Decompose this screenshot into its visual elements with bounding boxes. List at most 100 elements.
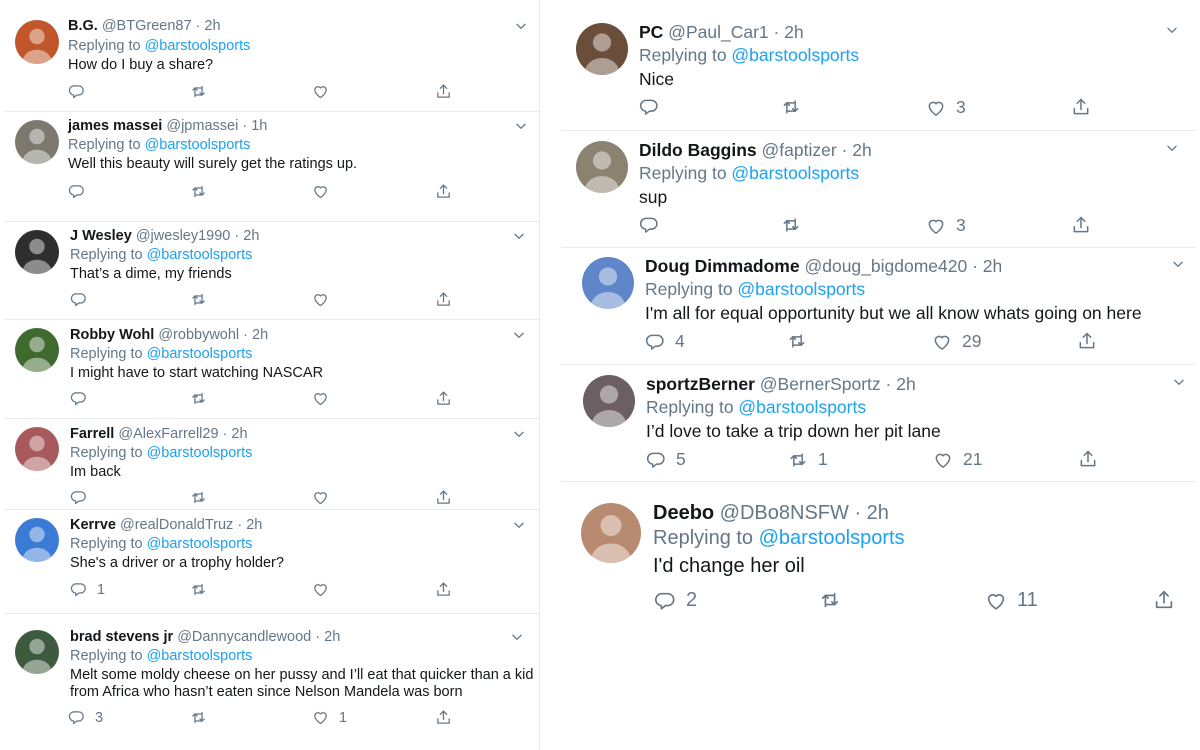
tweet-card[interactable]: Farrell @AlexFarrell29 · 2h Replying to @… xyxy=(5,419,539,510)
share-button[interactable] xyxy=(1071,97,1091,117)
display-name[interactable]: PC xyxy=(639,22,663,42)
share-button[interactable] xyxy=(1077,331,1097,351)
retweet-button[interactable] xyxy=(787,331,807,351)
tweet-card[interactable]: PC @Paul_Car1 · 2h Replying to @barstools… xyxy=(561,0,1196,131)
avatar[interactable] xyxy=(15,630,59,674)
user-handle[interactable]: @jwesley1990 xyxy=(132,228,231,244)
retweet-button[interactable] xyxy=(190,581,207,598)
like-button[interactable]: 3 xyxy=(926,215,966,236)
user-handle[interactable]: @robbywohl xyxy=(154,327,239,343)
avatar[interactable] xyxy=(15,230,59,274)
tweet-card[interactable]: Dildo Baggins @faptizer · 2h Replying to … xyxy=(561,131,1196,248)
avatar[interactable] xyxy=(582,257,634,309)
user-handle[interactable]: @AlexFarrell29 xyxy=(114,426,218,442)
like-button[interactable] xyxy=(312,581,329,598)
tweet-card[interactable]: brad stevens jr @Dannycandlewood · 2h Rep… xyxy=(5,614,539,750)
chevron-down-icon[interactable] xyxy=(512,328,526,342)
timestamp[interactable]: 2h xyxy=(896,374,915,394)
share-button[interactable] xyxy=(435,390,452,407)
timestamp[interactable]: 1h xyxy=(251,118,267,134)
like-button[interactable]: 11 xyxy=(985,589,1038,612)
mention-link[interactable]: @barstoolsports xyxy=(145,38,251,54)
timestamp[interactable]: 2h xyxy=(252,327,268,343)
display-name[interactable]: J Wesley xyxy=(70,228,132,244)
mention-link[interactable]: @barstoolsports xyxy=(147,648,253,664)
share-button[interactable] xyxy=(1078,449,1098,469)
user-handle[interactable]: @jpmassei xyxy=(162,118,238,134)
tweet-card[interactable]: Deebo @DBo8NSFW · 2h Replying to @barstoo… xyxy=(561,482,1196,642)
user-handle[interactable]: @doug_bigdome420 xyxy=(800,256,967,276)
timestamp[interactable]: 2h xyxy=(784,22,803,42)
like-button[interactable] xyxy=(312,291,329,308)
display-name[interactable]: Dildo Baggins xyxy=(639,140,757,160)
share-button[interactable] xyxy=(435,183,452,200)
retweet-button[interactable] xyxy=(781,97,801,117)
timestamp[interactable]: 2h xyxy=(983,256,1002,276)
mention-link[interactable]: @barstoolsports xyxy=(759,527,905,549)
like-button[interactable] xyxy=(312,390,329,407)
mention-link[interactable]: @barstoolsports xyxy=(147,445,253,461)
avatar[interactable] xyxy=(15,120,59,164)
reply-button[interactable]: 2 xyxy=(654,589,697,612)
tweet-card[interactable]: sportzBerner @BernerSportz · 2h Replying … xyxy=(561,365,1196,482)
timestamp[interactable]: 2h xyxy=(324,629,340,645)
retweet-button[interactable] xyxy=(190,83,207,100)
reply-button[interactable] xyxy=(639,215,659,235)
user-handle[interactable]: @Dannycandlewood xyxy=(173,629,311,645)
display-name[interactable]: B.G. xyxy=(68,18,98,34)
tweet-card[interactable]: J Wesley @jwesley1990 · 2h Replying to @b… xyxy=(5,222,539,320)
timestamp[interactable]: 2h xyxy=(852,140,871,160)
share-button[interactable] xyxy=(435,581,452,598)
tweet-card[interactable]: B.G. @BTGreen87 · 2h Replying to @barstoo… xyxy=(5,0,539,112)
reply-button[interactable] xyxy=(639,97,659,117)
chevron-down-icon[interactable] xyxy=(510,630,524,644)
share-button[interactable] xyxy=(1071,215,1091,235)
timestamp[interactable]: 2h xyxy=(867,502,889,524)
mention-link[interactable]: @barstoolsports xyxy=(737,279,865,299)
chevron-down-icon[interactable] xyxy=(1172,375,1186,389)
reply-button[interactable] xyxy=(70,291,87,308)
timestamp[interactable]: 2h xyxy=(204,18,220,34)
retweet-button[interactable]: 1 xyxy=(788,449,828,470)
user-handle[interactable]: @BernerSportz xyxy=(755,374,881,394)
display-name[interactable]: sportzBerner xyxy=(646,374,755,394)
reply-button[interactable] xyxy=(70,390,87,407)
chevron-down-icon[interactable] xyxy=(512,427,526,441)
reply-button[interactable]: 3 xyxy=(68,709,103,726)
avatar[interactable] xyxy=(581,503,641,563)
mention-link[interactable]: @barstoolsports xyxy=(145,137,251,153)
mention-link[interactable]: @barstoolsports xyxy=(147,346,253,362)
retweet-button[interactable] xyxy=(190,183,207,200)
user-handle[interactable]: @DBo8NSFW xyxy=(714,502,849,524)
share-button[interactable] xyxy=(435,83,452,100)
chevron-down-icon[interactable] xyxy=(1171,257,1185,271)
like-button[interactable] xyxy=(312,83,329,100)
display-name[interactable]: Deebo xyxy=(653,502,714,524)
avatar[interactable] xyxy=(583,375,635,427)
like-button[interactable] xyxy=(312,489,329,506)
display-name[interactable]: Kerrve xyxy=(70,517,116,533)
avatar[interactable] xyxy=(15,328,59,372)
like-button[interactable]: 21 xyxy=(933,449,982,470)
retweet-button[interactable] xyxy=(819,589,841,611)
display-name[interactable]: james massei xyxy=(68,118,162,134)
mention-link[interactable]: @barstoolsports xyxy=(147,536,253,552)
tweet-card[interactable]: james massei @jpmassei · 1h Replying to @… xyxy=(5,112,539,222)
chevron-down-icon[interactable] xyxy=(512,229,526,243)
share-button[interactable] xyxy=(435,291,452,308)
avatar[interactable] xyxy=(576,141,628,193)
share-button[interactable] xyxy=(1153,589,1175,611)
retweet-button[interactable] xyxy=(190,390,207,407)
timestamp[interactable]: 2h xyxy=(243,228,259,244)
mention-link[interactable]: @barstoolsports xyxy=(738,397,866,417)
tweet-card[interactable]: Doug Dimmadome @doug_bigdome420 · 2h Repl… xyxy=(561,248,1196,365)
share-button[interactable] xyxy=(435,709,452,726)
like-button[interactable] xyxy=(312,183,329,200)
chevron-down-icon[interactable] xyxy=(514,119,528,133)
retweet-button[interactable] xyxy=(190,709,207,726)
user-handle[interactable]: @Paul_Car1 xyxy=(663,22,768,42)
display-name[interactable]: brad stevens jr xyxy=(70,629,173,645)
share-button[interactable] xyxy=(435,489,452,506)
avatar[interactable] xyxy=(15,427,59,471)
like-button[interactable]: 3 xyxy=(926,97,966,118)
